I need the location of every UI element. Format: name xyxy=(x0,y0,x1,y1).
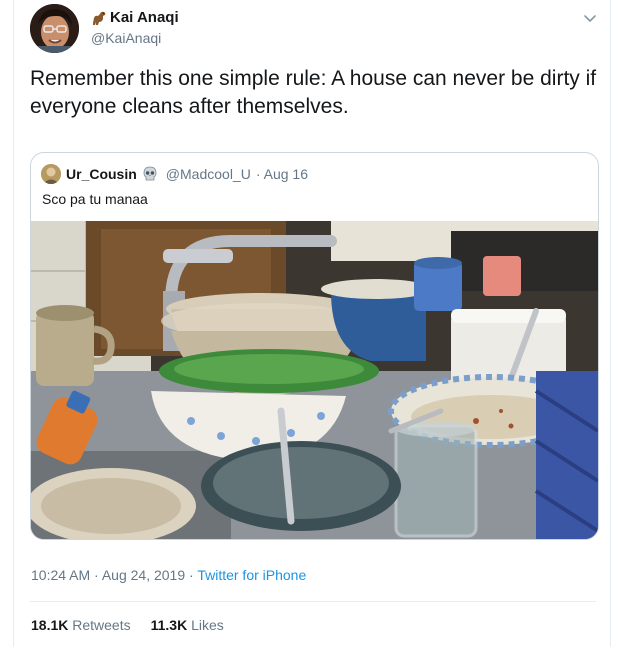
likes-label: Likes xyxy=(191,617,224,633)
quoted-author-handle[interactable]: @Madcool_U xyxy=(166,166,251,182)
retweets-label: Retweets xyxy=(72,617,131,633)
tweet-time[interactable]: 10:24 AM · Aug 24, 2019 · xyxy=(31,567,197,583)
tweet-text: Remember this one simple rule: A house c… xyxy=(30,67,597,118)
engagement-stats: 18.1K Retweets 11.3K Likes xyxy=(31,617,224,633)
quoted-tweet-text: Sco pa tu manaa xyxy=(42,191,148,207)
skull-icon xyxy=(142,166,158,182)
author-avatar[interactable] xyxy=(30,4,79,53)
quoted-tweet-header: Ur_Cousin @Madcool_U · Aug 16 xyxy=(41,164,308,184)
author-name-row[interactable]: Kai Anaqi xyxy=(90,9,179,26)
likes-count: 11.3K xyxy=(150,617,188,633)
likes-stat[interactable]: 11.3K Likes xyxy=(151,617,224,633)
divider xyxy=(30,601,596,602)
chevron-down-icon[interactable] xyxy=(582,10,598,26)
quoted-tweet-photo[interactable] xyxy=(31,221,598,539)
quoted-tweet-date: · Aug 16 xyxy=(255,166,308,182)
tweet-timestamp: 10:24 AM · Aug 24, 2019 · Twitter for iP… xyxy=(31,567,306,583)
quoted-author-avatar[interactable] xyxy=(41,164,61,184)
retweets-count: 18.1K xyxy=(31,617,69,633)
dinosaur-icon xyxy=(90,10,108,26)
retweets-stat[interactable]: 18.1K Retweets xyxy=(31,617,131,633)
quoted-tweet[interactable]: Ur_Cousin @Madcool_U · Aug 16 Sco pa tu … xyxy=(30,152,599,540)
author-display-name[interactable]: Kai Anaqi xyxy=(110,9,179,26)
tweet-card: Kai Anaqi @KaiAnaqi Remember this one si… xyxy=(13,0,611,647)
dirty-dishes-photo xyxy=(31,221,598,539)
author-handle[interactable]: @KaiAnaqi xyxy=(91,30,161,46)
tweet-source-link[interactable]: Twitter for iPhone xyxy=(197,567,306,583)
quoted-author-name[interactable]: Ur_Cousin xyxy=(66,166,137,182)
